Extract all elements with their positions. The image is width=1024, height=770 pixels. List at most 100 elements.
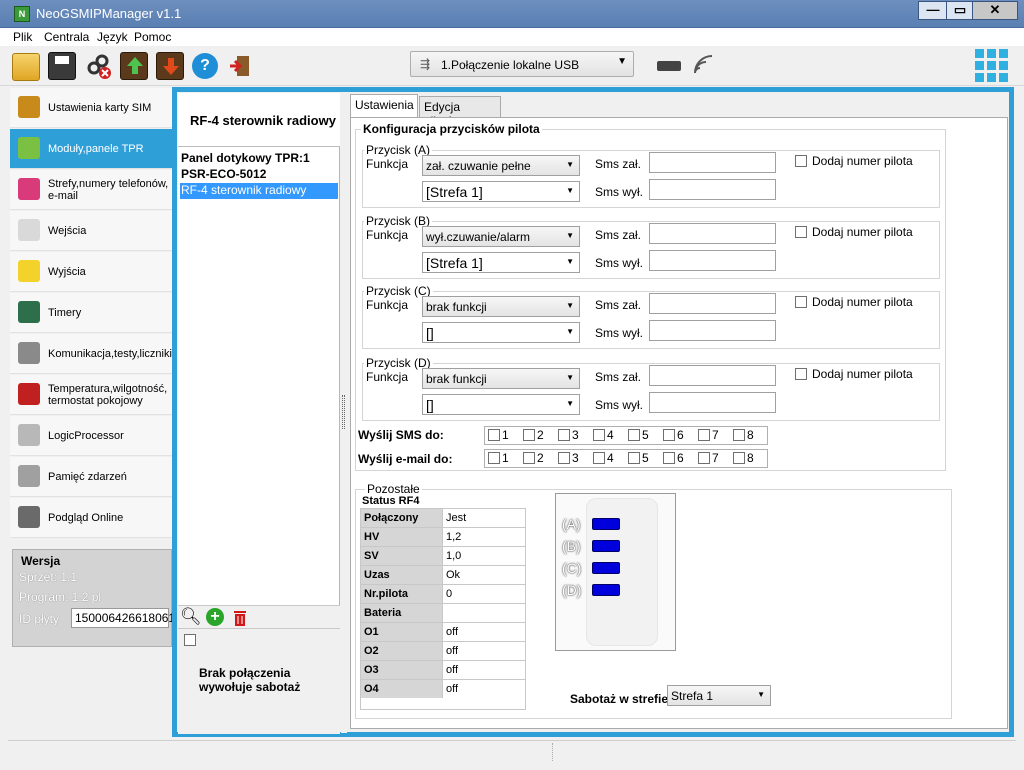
sidebar-item-8[interactable]: LogicProcessor <box>10 416 172 456</box>
minimize-button[interactable]: — <box>918 1 948 20</box>
sms-on-input-0[interactable] <box>649 152 776 173</box>
sms-off-input-3[interactable] <box>649 392 776 413</box>
add-number-checkbox-1[interactable] <box>795 226 807 238</box>
sidebar-item-2[interactable]: Strefy,numery telefonów, e-mail <box>10 170 172 210</box>
add-number-label: Dodaj numer pilota <box>812 225 913 239</box>
delete-icon[interactable] <box>232 608 248 630</box>
help-icon[interactable]: ? <box>192 53 218 79</box>
save-icon[interactable] <box>48 52 76 80</box>
email-checkbox-3[interactable] <box>558 452 570 464</box>
sms-checkbox-2[interactable] <box>523 429 535 441</box>
status-key: Połączony <box>360 508 443 528</box>
sms-on-label: Sms zał. <box>595 370 642 384</box>
email-checkbox-7[interactable] <box>698 452 710 464</box>
function-select-0[interactable]: zał. czuwanie pełne ▼ <box>422 155 580 176</box>
menu-centrala[interactable]: Centrala <box>44 30 89 44</box>
sidebar-item-5[interactable]: Timery <box>10 293 172 333</box>
function-select-1[interactable]: wył.czuwanie/alarm ▼ <box>422 226 580 247</box>
module-item-tpr[interactable]: Panel dotykowy TPR:1 <box>180 151 338 167</box>
close-button[interactable]: ✕ <box>972 1 1018 20</box>
sidebar-item-4[interactable]: Wyjścia <box>10 252 172 292</box>
sms-on-input-3[interactable] <box>649 365 776 386</box>
upload-icon[interactable] <box>120 52 148 80</box>
sabotage-zone-value: Strefa 1 <box>671 689 714 703</box>
sms-checkbox-8[interactable] <box>733 429 745 441</box>
board-id-field[interactable]: 1500064266180618 <box>71 608 182 628</box>
sms-off-input-1[interactable] <box>649 250 776 271</box>
sidebar-item-3[interactable]: Wejścia <box>10 211 172 251</box>
other-title: Pozostałe <box>365 482 422 496</box>
sms-checkbox-6[interactable] <box>663 429 675 441</box>
sms-off-label: Sms wył. <box>595 185 643 199</box>
add-number-checkbox-3[interactable] <box>795 368 807 380</box>
sms-checkbox-3[interactable] <box>558 429 570 441</box>
status-key: O2 <box>360 641 443 661</box>
function-select-3[interactable]: brak funkcji ▼ <box>422 368 580 389</box>
search-icon[interactable]: 🔍︎ <box>180 607 202 627</box>
exit-icon[interactable] <box>226 52 254 80</box>
maximize-button[interactable]: ▭ <box>946 1 974 20</box>
sabotage-zone-label: Sabotaż w strefie <box>570 692 669 706</box>
sms-off-input-0[interactable] <box>649 179 776 200</box>
grid-menu-icon[interactable] <box>975 49 1009 86</box>
email-checkbox-1[interactable] <box>488 452 500 464</box>
sabotage-zone-select[interactable]: Strefa 1 ▼ <box>667 685 771 706</box>
module-item-rf4[interactable]: RF-4 sterownik radiowy <box>180 183 338 199</box>
folder-open-icon[interactable] <box>12 53 40 81</box>
sidebar-item-label: Strefy,numery telefonów, e-mail <box>48 178 169 202</box>
splitter-handle[interactable] <box>341 93 347 733</box>
sidebar-item-6[interactable]: Komunikacja,testy,liczniki <box>10 334 172 374</box>
zone-select-0[interactable]: [Strefa 1] ▼ <box>422 181 580 202</box>
menu-plik[interactable]: Plik <box>13 30 32 44</box>
status-key: Nr.pilota <box>360 584 443 604</box>
email-checkbox-8[interactable] <box>733 452 745 464</box>
sidebar-item-7[interactable]: Temperatura,wilgotność, termostat pokojo… <box>10 375 172 415</box>
sms-on-label: Sms zał. <box>595 228 642 242</box>
add-icon[interactable]: + <box>206 608 224 626</box>
menu-jezyk[interactable]: Język <box>97 30 128 44</box>
tab-edit-remotes[interactable]: Edycja pilotów <box>419 96 501 128</box>
sabotage-checkbox[interactable] <box>184 634 196 646</box>
add-number-checkbox-2[interactable] <box>795 296 807 308</box>
zone-select-2[interactable]: [] ▼ <box>422 322 580 343</box>
sms-on-input-1[interactable] <box>649 223 776 244</box>
sms-checkbox-5[interactable] <box>628 429 640 441</box>
sms-checkbox-1[interactable] <box>488 429 500 441</box>
email-checkbox-2[interactable] <box>523 452 535 464</box>
function-label: Funkcja <box>366 157 409 171</box>
send-sms-label: Wyślij SMS do: <box>358 428 444 442</box>
add-number-label: Dodaj numer pilota <box>812 295 913 309</box>
chevron-down-icon: ▼ <box>566 373 574 382</box>
email-checkbox-5[interactable] <box>628 452 640 464</box>
menu-pomoc[interactable]: Pomoc <box>134 30 171 44</box>
sms-on-input-2[interactable] <box>649 293 776 314</box>
sms-off-input-2[interactable] <box>649 320 776 341</box>
status-key: O1 <box>360 622 443 642</box>
sms-checkbox-7[interactable] <box>698 429 710 441</box>
sidebar-item-0[interactable]: Ustawienia karty SIM <box>10 88 172 128</box>
email-checkbox-4[interactable] <box>593 452 605 464</box>
zone-select-3[interactable]: [] ▼ <box>422 394 580 415</box>
add-number-checkbox-0[interactable] <box>795 155 807 167</box>
menu-bar: Plik Centrala Język Pomoc <box>0 28 1024 46</box>
zone-select-1[interactable]: [Strefa 1] ▼ <box>422 252 580 273</box>
email-number-label: 3 <box>572 451 579 465</box>
chevron-down-icon: ▼ <box>566 186 574 195</box>
function-select-2[interactable]: brak funkcji ▼ <box>422 296 580 317</box>
status-row: Nr.pilota 0 <box>360 584 526 604</box>
sidebar-item-1[interactable]: Moduły,panele TPR <box>10 129 172 169</box>
status-key: SV <box>360 546 443 566</box>
status-row: Bateria <box>360 603 526 623</box>
disconnect-icon[interactable] <box>84 52 112 80</box>
sidebar-item-9[interactable]: Pamięć zdarzeń <box>10 457 172 497</box>
sms-checkbox-4[interactable] <box>593 429 605 441</box>
sidebar-item-10[interactable]: Podgląd Online <box>10 498 172 538</box>
connection-select[interactable]: ⇶ 1.Połączenie lokalne USB ▼ <box>410 51 634 77</box>
tab-settings[interactable]: Ustawienia <box>350 94 418 117</box>
email-checkbox-6[interactable] <box>663 452 675 464</box>
status-key: HV <box>360 527 443 547</box>
download-icon[interactable] <box>156 52 184 80</box>
module-item-psr[interactable]: PSR-ECO-5012 <box>180 167 338 183</box>
sms-off-label: Sms wył. <box>595 326 643 340</box>
status-value: off <box>442 622 526 642</box>
